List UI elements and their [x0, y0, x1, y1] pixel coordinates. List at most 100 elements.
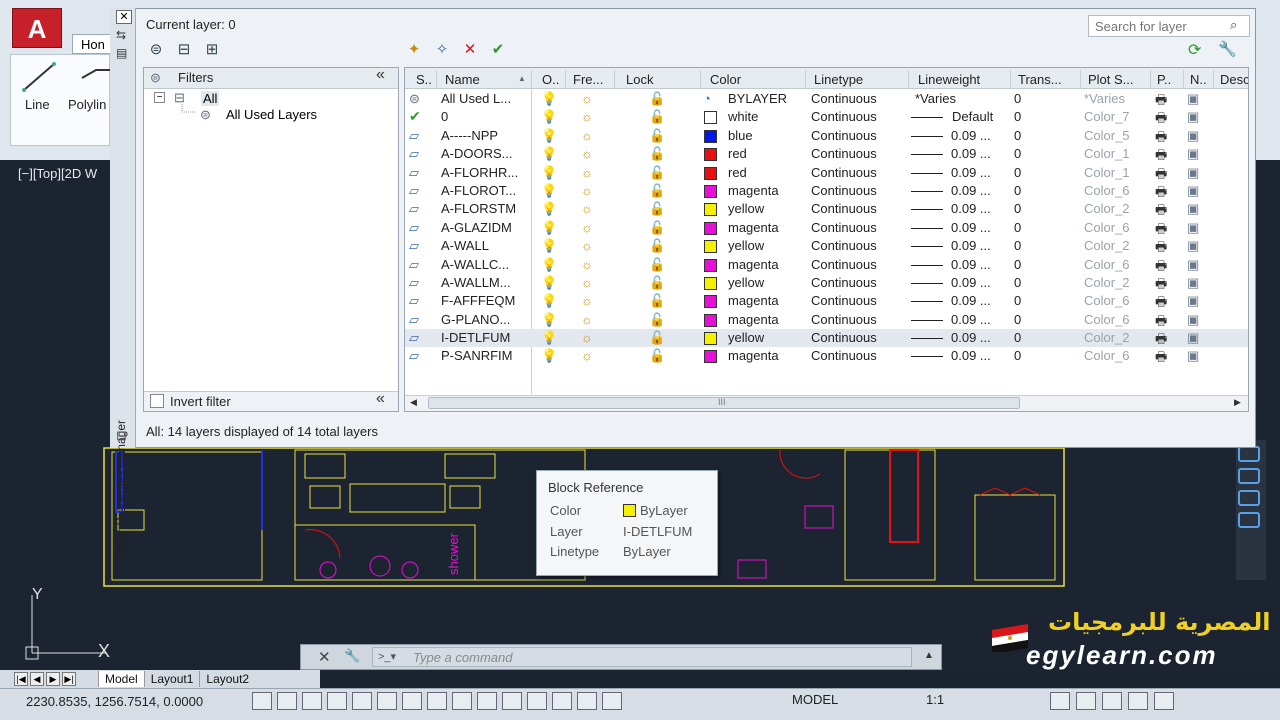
new-vp-freeze-icon[interactable]: ▣ [1187, 220, 1199, 236]
layer-transparency[interactable]: 0 [1014, 183, 1021, 198]
layer-transparency[interactable]: 0 [1014, 146, 1021, 161]
layer-color-name[interactable]: magenta [728, 220, 779, 235]
layer-plot-style[interactable]: Color_1 [1084, 165, 1130, 180]
lightbulb-icon[interactable]: 💡 [541, 348, 557, 364]
scroll-left-icon[interactable]: ◀ [410, 397, 417, 408]
col-status[interactable]: S.. [416, 72, 432, 87]
unlock-icon[interactable]: 🔓 [649, 165, 665, 181]
isolate-objects-icon[interactable] [1128, 692, 1148, 710]
sun-icon[interactable]: ☼ [581, 257, 593, 272]
annotation-scale[interactable]: 1:1 [926, 692, 944, 707]
lock-ui-icon[interactable] [1076, 692, 1096, 710]
col-description[interactable]: Desc [1220, 72, 1248, 87]
new-vp-freeze-icon[interactable]: ▣ [1187, 146, 1199, 162]
layer-color-name[interactable]: yellow [728, 238, 764, 253]
layer-color-name[interactable]: yellow [728, 330, 764, 345]
new-vp-freeze-icon[interactable]: ▣ [1187, 275, 1199, 291]
layer-plot-style[interactable]: Color_2 [1084, 201, 1130, 216]
col-name[interactable]: Name [445, 72, 480, 87]
object-snap-tracking-icon[interactable] [427, 692, 447, 710]
layer-linetype[interactable]: Continuous [811, 348, 877, 363]
color-swatch[interactable] [704, 166, 717, 180]
layer-plot-style[interactable]: Color_7 [1084, 109, 1130, 124]
new-vp-freeze-icon[interactable]: ▣ [1187, 91, 1199, 107]
col-linetype[interactable]: Linetype [814, 72, 863, 87]
lightbulb-icon[interactable]: 💡 [541, 201, 557, 217]
color-swatch[interactable] [704, 111, 717, 125]
layer-row[interactable]: ▱ A-FLORHR... 💡 ☼ 🔓 red Continuous 0.09 ... 0 Col… [405, 164, 1248, 182]
selection-cycling-icon[interactable] [577, 692, 597, 710]
lightbulb-icon[interactable]: 💡 [541, 293, 557, 309]
unlock-icon[interactable]: 🔓 [649, 91, 665, 107]
new-vp-freeze-icon[interactable]: ▣ [1187, 293, 1199, 309]
col-transparency[interactable]: Trans... [1018, 72, 1062, 87]
lightbulb-icon[interactable]: 💡 [541, 165, 557, 181]
line-tool-label[interactable]: Line [25, 97, 50, 112]
layer-plot-style[interactable]: Color_6 [1084, 348, 1130, 363]
layer-lineweight[interactable]: *Varies [915, 91, 956, 106]
col-lock[interactable]: Lock [626, 72, 653, 87]
layer-row[interactable]: ▱ A-GLAZIDM 💡 ☼ 🔓 magenta Continuous 0.09 ... 0 C… [405, 219, 1248, 237]
layer-states-manager-icon[interactable]: ⊞ [200, 40, 224, 60]
sun-icon[interactable]: ☼ [581, 165, 593, 180]
layer-linetype[interactable]: Continuous [811, 109, 877, 124]
layer-name[interactable]: A-----NPP [441, 128, 498, 143]
sun-icon[interactable]: ☼ [581, 91, 593, 106]
unlock-icon[interactable]: 🔓 [649, 330, 665, 346]
layer-row[interactable]: ▱ A-WALLM... 💡 ☼ 🔓 yellow Continuous 0.09 ... 0 C… [405, 274, 1248, 292]
zoom-icon[interactable] [1238, 468, 1260, 484]
layer-name[interactable]: 0 [441, 109, 448, 124]
tab-model[interactable]: Model [98, 671, 144, 687]
col-plot-style[interactable]: Plot S... [1088, 72, 1134, 87]
set-current-icon[interactable]: ✔ [486, 40, 510, 60]
tab-home[interactable]: Hon [72, 34, 112, 54]
coordinates-readout[interactable]: 2230.8535, 1256.7514, 0.0000 [26, 694, 203, 709]
autohide-icon[interactable]: ⇆ [116, 28, 126, 42]
polar-tracking-icon[interactable] [352, 692, 372, 710]
3d-object-snap-icon[interactable] [402, 692, 422, 710]
viewport-controls-label[interactable]: [−][Top][2D W [18, 166, 97, 181]
layer-linetype[interactable]: Continuous [811, 201, 877, 216]
layer-lineweight[interactable]: 0.09 ... [951, 257, 991, 272]
quick-properties-icon[interactable] [552, 692, 572, 710]
layer-lineweight[interactable]: 0.09 ... [951, 293, 991, 308]
layer-transparency[interactable]: 0 [1014, 330, 1021, 345]
line-tool-icon[interactable] [20, 58, 120, 98]
layer-transparency[interactable]: 0 [1014, 109, 1021, 124]
layer-row[interactable]: ✔ 0 💡 ☼ 🔓 white Continuous Default 0 Color_7 🖶 ▣ [405, 108, 1248, 126]
col-plot[interactable]: P.. [1157, 72, 1171, 87]
delete-layer-icon[interactable]: ✕ [458, 40, 482, 60]
lightbulb-icon[interactable]: 💡 [541, 220, 557, 236]
ortho-mode-icon[interactable] [327, 692, 347, 710]
layer-name[interactable]: A-WALLM... [441, 275, 511, 290]
lightbulb-icon[interactable]: 💡 [541, 312, 557, 328]
new-vp-freeze-icon[interactable]: ▣ [1187, 257, 1199, 273]
layer-lineweight[interactable]: 0.09 ... [951, 238, 991, 253]
layer-row[interactable]: ▱ A-DOORS... 💡 ☼ 🔓 red Continuous 0.09 ... 0 Colo… [405, 145, 1248, 163]
layer-name[interactable]: All Used L... [441, 91, 511, 106]
command-prompt-icon[interactable]: >_▾ [378, 650, 396, 663]
layer-lineweight[interactable]: 0.09 ... [951, 330, 991, 345]
layer-color-name[interactable]: magenta [728, 293, 779, 308]
layer-color-name[interactable]: yellow [728, 275, 764, 290]
sun-icon[interactable]: ☼ [581, 220, 593, 235]
layer-linetype[interactable]: Continuous [811, 275, 877, 290]
layer-row[interactable]: ▱ P-SANRFIM 💡 ☼ 🔓 magenta Continuous 0.09 ... 0 C… [405, 347, 1248, 365]
layer-color-name[interactable]: white [728, 109, 758, 124]
next-tab-icon[interactable]: ▶ [46, 672, 60, 686]
properties-icon[interactable]: ▤ [116, 46, 127, 60]
settings-wrench-icon[interactable]: 🔧 [1218, 40, 1237, 58]
layer-row[interactable]: ⊜ All Used L... 💡 ☼ 🔓 ◔ BYLAYER Continuous *Vari… [405, 90, 1248, 108]
unlock-icon[interactable]: 🔓 [649, 128, 665, 144]
unlock-icon[interactable]: 🔓 [649, 238, 665, 254]
annotation-monitor-icon[interactable] [602, 692, 622, 710]
dynamic-ucs-icon[interactable] [452, 692, 472, 710]
layer-name[interactable]: A-WALL [441, 238, 489, 253]
lightbulb-icon[interactable]: 💡 [541, 128, 557, 144]
close-icon[interactable]: ✕ [116, 10, 132, 24]
layer-linetype[interactable]: Continuous [811, 312, 877, 327]
color-swatch[interactable] [704, 240, 717, 254]
unlock-icon[interactable]: 🔓 [649, 109, 665, 125]
layer-plot-style[interactable]: Color_2 [1084, 330, 1130, 345]
layer-name[interactable]: A-FLORSTM [441, 201, 516, 216]
